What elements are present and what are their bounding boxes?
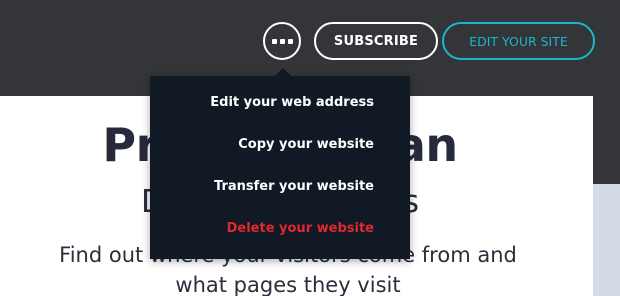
menu-caret: [275, 68, 291, 76]
menu-item-copy-website[interactable]: Copy your website: [238, 137, 374, 152]
menu-item-delete-website[interactable]: Delete your website: [227, 221, 374, 236]
more-dot: [279, 38, 285, 44]
more-dot: [271, 38, 277, 44]
menu-item-transfer-website[interactable]: Transfer your website: [214, 179, 374, 194]
menu-item-edit-web-address[interactable]: Edit your web address: [210, 95, 374, 110]
subscribe-button[interactable]: SUBSCRIBE: [314, 22, 438, 60]
more-options-button[interactable]: [263, 22, 301, 60]
edit-site-button[interactable]: EDIT YOUR SITE: [442, 22, 595, 60]
more-dot: [287, 38, 293, 44]
options-dropdown-menu: Edit your web address Copy your website …: [150, 76, 410, 259]
page-background-strip: [593, 96, 620, 184]
